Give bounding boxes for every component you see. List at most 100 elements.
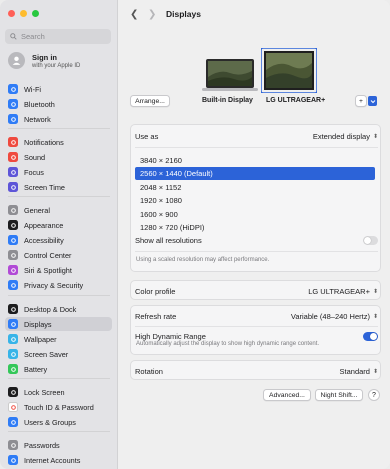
add-display-dropdown[interactable] [368,96,377,106]
color-profile-value: LG ULTRAGEAR+ [308,286,370,296]
sidebar-item-label: Passwords [24,440,60,450]
updown-chevron-icon: ⬍ [372,133,378,140]
sidebar-item-general[interactable]: General [5,203,112,217]
show-all-label: Show all resolutions [135,235,202,245]
show-all-toggle[interactable] [363,235,378,245]
rotation-card: Rotation Standard ⬍ [130,360,381,380]
hand-icon [8,280,18,290]
resolution-option[interactable]: 1920 × 1080 [135,194,375,207]
sidebar-item-label: Desktop & Dock [24,304,77,314]
sidebar-item-displays[interactable]: Displays [5,317,112,331]
external-display-thumbnail[interactable] [261,48,317,93]
resolution-option[interactable]: 1600 × 900 [135,208,375,221]
dock-icon [8,304,18,314]
sidebar-item-label: Wi-Fi [24,84,42,94]
sidebar-item-label: Siri & Spotlight [24,265,72,275]
back-arrow-icon[interactable]: ❮ [130,9,138,20]
gear-icon [8,205,18,215]
avatar [8,52,25,69]
sidebar-item-passwords[interactable]: Passwords [5,438,112,452]
color-profile-label: Color profile [135,286,176,296]
resolution-option[interactable]: 1280 × 720 (HiDPI) [135,221,375,234]
signin-subtitle: with your Apple ID [32,62,81,69]
refresh-hdr-card: Refresh rate Variable (48–240 Hertz) ⬍ Hi… [130,305,381,355]
sidebar-item-control-center[interactable]: Control Center [5,248,112,262]
sidebar-item-touch-id-password[interactable]: Touch ID & Password [5,400,112,414]
sidebar-item-label: Appearance [24,220,64,230]
sidebar-item-network[interactable]: Network [5,112,112,126]
fingerprint-icon [8,402,18,412]
sidebar-item-wallpaper[interactable]: Wallpaper [5,332,112,346]
color-profile-card: Color profile LG ULTRAGEAR+ ⬍ [130,280,381,300]
sidebar-item-privacy-security[interactable]: Privacy & Security [5,278,112,292]
sidebar-item-label: Lock Screen [24,387,65,397]
sidebar-item-label: Displays [24,319,52,329]
sidebar-item-users-groups[interactable]: Users & Groups [5,415,112,429]
sidebar-item-label: Wallpaper [24,334,57,344]
use-as-value: Extended display [312,131,370,141]
sidebar-item-lock-screen[interactable]: Lock Screen [5,385,112,399]
apple-id-signin[interactable]: Sign in with your Apple ID [8,52,80,69]
refresh-rate-row[interactable]: Refresh rate Variable (48–240 Hertz) ⬍ [135,310,378,322]
refresh-rate-value: Variable (48–240 Hertz) [290,311,370,321]
sidebar-item-notifications[interactable]: Notifications [5,135,112,149]
sidebar-separator [8,378,110,379]
forward-arrow-icon[interactable]: ❯ [148,9,156,20]
add-display-button[interactable]: + [355,95,367,107]
close-window-button[interactable] [8,10,15,17]
sidebar-item-battery[interactable]: Battery [5,362,112,376]
sidebar-item-screen-saver[interactable]: Screen Saver [5,347,112,361]
sidebar-item-label: Privacy & Security [24,280,84,290]
rotation-row[interactable]: Rotation Standard ⬍ [135,365,378,377]
sidebar-item-label: Control Center [24,250,72,260]
sidebar-item-desktop-dock[interactable]: Desktop & Dock [5,302,112,316]
rotation-value: Standard [339,366,370,376]
hdr-sublabel: Automatically adjust the display to show… [136,341,320,347]
hdr-toggle[interactable] [363,331,378,341]
sidebar-item-screen-time[interactable]: Screen Time [5,180,112,194]
speaker-icon [8,152,18,162]
screensaver-icon [8,349,18,359]
sidebar-item-bluetooth[interactable]: Bluetooth [5,97,112,111]
arrange-button[interactable]: Arrange... [130,95,170,107]
globe-icon [8,114,18,124]
sidebar-item-siri-spotlight[interactable]: Siri & Spotlight [5,263,112,277]
sidebar-separator [8,128,110,129]
sidebar-item-appearance[interactable]: Appearance [5,218,112,232]
builtin-display-thumbnail[interactable] [202,57,258,93]
window-controls [8,10,39,17]
sidebar-item-accessibility[interactable]: Accessibility [5,233,112,247]
sidebar-item-label: Screen Saver [24,349,69,359]
show-all-resolutions-row: Show all resolutions [135,234,378,246]
search-input[interactable]: Search [5,29,111,44]
switches-icon [8,250,18,260]
sidebar-item-internet-accounts[interactable]: Internet Accounts [5,453,112,467]
scaled-note: Using a scaled resolution may affect per… [136,257,270,263]
sidebar-item-label: Network [24,114,51,124]
chevron-down-icon [370,99,375,103]
resolution-option[interactable]: 2048 × 1152 [135,181,375,194]
builtin-display-label: Built-in Display [202,97,253,104]
sidebar-item-label: Notifications [24,137,64,147]
person-icon [12,56,21,65]
sidebar-item-sound[interactable]: Sound [5,150,112,164]
settings-window: Search Sign in with your Apple ID Wi-Fi B… [0,0,390,469]
resolution-card: Use as Extended display ⬍ 3840 × 2160 2560… [130,124,381,272]
minimize-window-button[interactable] [20,10,27,17]
bluetooth-icon [8,99,18,109]
sidebar-separator [8,196,110,197]
resolution-option[interactable]: 3840 × 2160 [135,154,375,167]
moon-icon [8,167,18,177]
help-button[interactable]: ? [368,389,380,401]
sidebar-item-wi-fi[interactable]: Wi-Fi [5,82,112,96]
color-profile-row[interactable]: Color profile LG ULTRAGEAR+ ⬍ [135,285,378,297]
sidebar-item-focus[interactable]: Focus [5,165,112,179]
siri-icon [8,265,18,275]
zoom-window-button[interactable] [32,10,39,17]
sidebar-item-label: General [24,205,50,215]
use-as-row[interactable]: Use as Extended display ⬍ [135,130,378,142]
resolution-option[interactable]: 2560 × 1440 (Default) [135,167,375,181]
night-shift-button[interactable]: Night Shift... [315,389,363,401]
advanced-button[interactable]: Advanced... [263,389,311,401]
sidebar-item-label: Screen Time [24,182,65,192]
